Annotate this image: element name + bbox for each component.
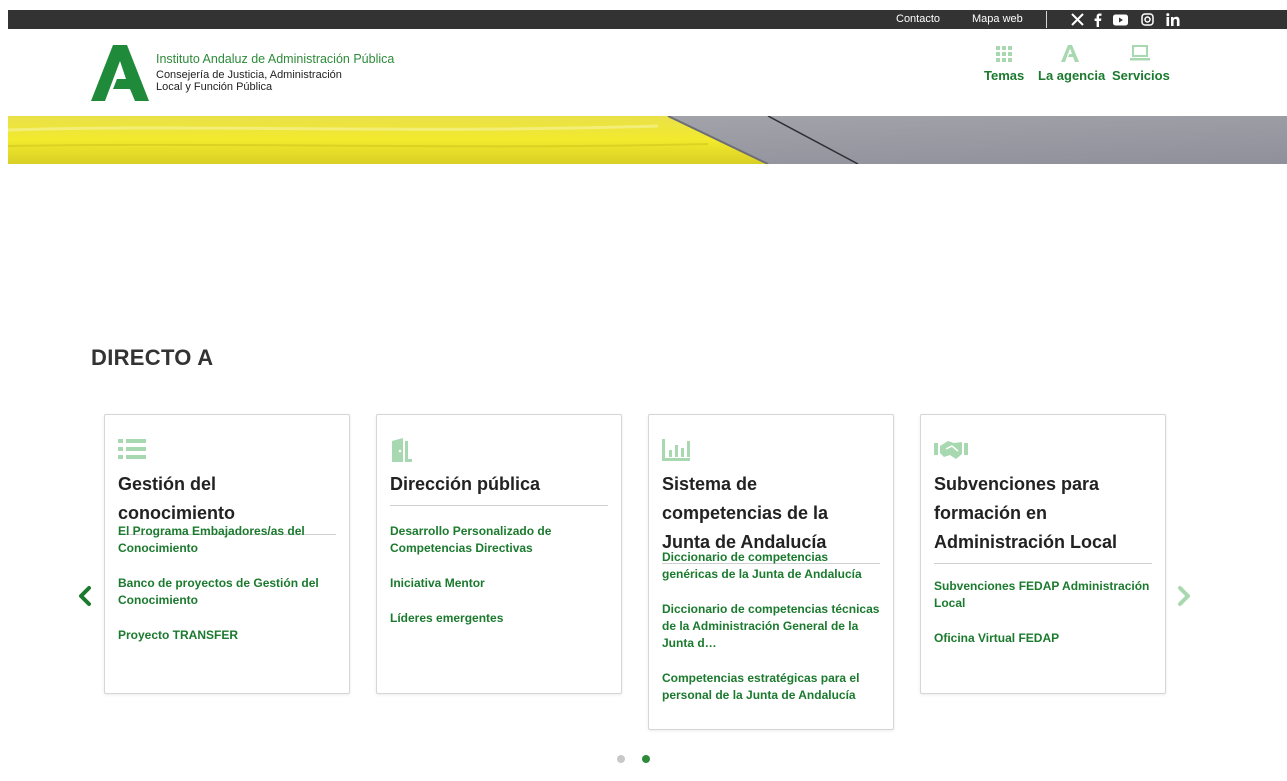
org-title[interactable]: Instituto Andaluz de Administración Públ… — [156, 52, 394, 66]
card-link-list: El Programa Embajadores/as del Conocimie… — [118, 523, 336, 662]
nav-temas-label: Temas — [984, 68, 1025, 83]
youtube-icon[interactable] — [1112, 10, 1128, 29]
sitemap-link[interactable]: Mapa web — [972, 10, 1023, 29]
nav-la-agencia[interactable]: La agencia — [1038, 43, 1106, 85]
card-subvenciones: Subvenciones para formación en Administr… — [920, 414, 1166, 694]
hero-banner — [8, 116, 1287, 164]
card-direccion-publica: Dirección pública Desarrollo Personaliza… — [376, 414, 622, 694]
card-gestion-conocimiento: Gestión del conocimiento El Programa Emb… — [104, 414, 350, 694]
contact-link[interactable]: Contacto — [896, 10, 940, 29]
card-link[interactable]: Competencias estratégicas para el person… — [662, 670, 880, 704]
laptop-icon — [1130, 45, 1150, 61]
linkedin-icon[interactable] — [1165, 10, 1181, 29]
card-title: Dirección pública — [390, 470, 608, 506]
card-link[interactable]: Diccionario de competencias genéricas de… — [662, 549, 880, 583]
instagram-icon[interactable] — [1140, 10, 1154, 29]
list-icon — [118, 439, 146, 459]
grid-icon — [996, 46, 1012, 62]
card-link[interactable]: Desarrollo Personalizado de Competencias… — [390, 523, 608, 557]
card-link[interactable]: El Programa Embajadores/as del Conocimie… — [118, 523, 336, 557]
nav-la-agencia-label: La agencia — [1038, 68, 1106, 83]
card-link-list: Diccionario de competencias genéricas de… — [662, 549, 880, 722]
carousel-dot-1[interactable] — [617, 755, 625, 763]
nav-servicios[interactable]: Servicios — [1112, 43, 1170, 85]
door-icon — [392, 438, 412, 462]
carousel-dot-2-active[interactable] — [642, 755, 650, 763]
agency-logo-icon — [1061, 45, 1079, 62]
facebook-icon[interactable] — [1092, 10, 1104, 29]
handshake-icon — [934, 441, 968, 459]
card-link[interactable]: Subvenciones FEDAP Administración Local — [934, 578, 1152, 612]
card-link[interactable]: Banco de proyectos de Gestión del Conoci… — [118, 575, 336, 609]
card-sistema-competencias: Sistema de competencias de la Junta de A… — [648, 414, 894, 730]
divider — [1046, 11, 1047, 28]
card-link[interactable]: Oficina Virtual FEDAP — [934, 630, 1152, 647]
card-link-list: Desarrollo Personalizado de Competencias… — [390, 523, 608, 645]
card-link[interactable]: Diccionario de competencias técnicas de … — [662, 601, 880, 652]
card-link[interactable]: Líderes emergentes — [390, 610, 608, 627]
org-subtitle: Consejería de Justicia, Administración L… — [156, 69, 376, 93]
site-header: Instituto Andaluz de Administración Públ… — [8, 29, 1287, 116]
nav-servicios-label: Servicios — [1112, 68, 1170, 83]
section-title: DIRECTO A — [91, 345, 214, 370]
junta-andalucia-logo[interactable] — [91, 45, 149, 101]
card-link[interactable]: Iniciativa Mentor — [390, 575, 608, 592]
card-link[interactable]: Proyecto TRANSFER — [118, 627, 336, 644]
bar-chart-icon — [662, 439, 690, 461]
carousel-prev-button[interactable] — [77, 585, 93, 607]
carousel-next-button[interactable] — [1176, 585, 1192, 607]
top-utility-bar: Contacto Mapa web — [8, 10, 1287, 29]
nav-temas[interactable]: Temas — [984, 43, 1024, 85]
x-icon[interactable] — [1069, 10, 1085, 29]
org-subtitle-line2: Local y Función Pública — [156, 81, 273, 93]
org-subtitle-line1: Consejería de Justicia, Administración — [156, 69, 342, 81]
card-title: Subvenciones para formación en Administr… — [934, 470, 1152, 564]
card-link-list: Subvenciones FEDAP Administración Local … — [934, 578, 1152, 665]
